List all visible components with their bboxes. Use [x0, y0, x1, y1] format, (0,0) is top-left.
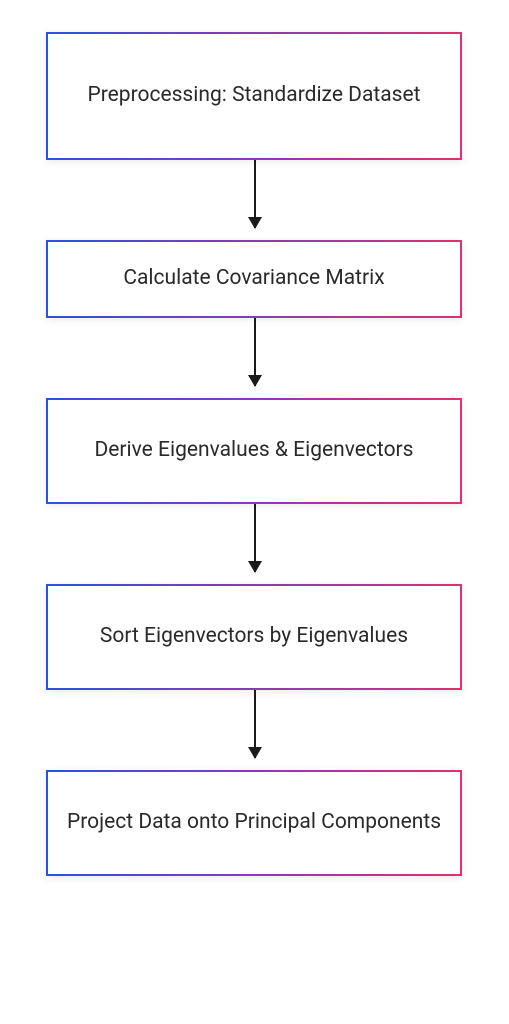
arrow-down-icon [254, 504, 256, 572]
arrow-down-icon [254, 160, 256, 228]
flowchart-container: Preprocessing: Standardize Dataset Calcu… [0, 0, 509, 1024]
step-label: Derive Eigenvalues & Eigenvectors [95, 436, 414, 465]
step-box-sort: Sort Eigenvectors by Eigenvalues [46, 584, 462, 690]
arrow-down-icon [254, 690, 256, 758]
step-label: Sort Eigenvectors by Eigenvalues [100, 622, 408, 651]
step-box-preprocessing: Preprocessing: Standardize Dataset [46, 32, 462, 160]
arrow-down-icon [254, 318, 256, 386]
step-box-covariance: Calculate Covariance Matrix [46, 240, 462, 318]
step-label: Project Data onto Principal Components [67, 808, 441, 837]
step-box-eigenvalues: Derive Eigenvalues & Eigenvectors [46, 398, 462, 504]
step-label: Calculate Covariance Matrix [123, 264, 384, 293]
step-box-project: Project Data onto Principal Components [46, 770, 462, 876]
step-label: Preprocessing: Standardize Dataset [87, 81, 420, 110]
